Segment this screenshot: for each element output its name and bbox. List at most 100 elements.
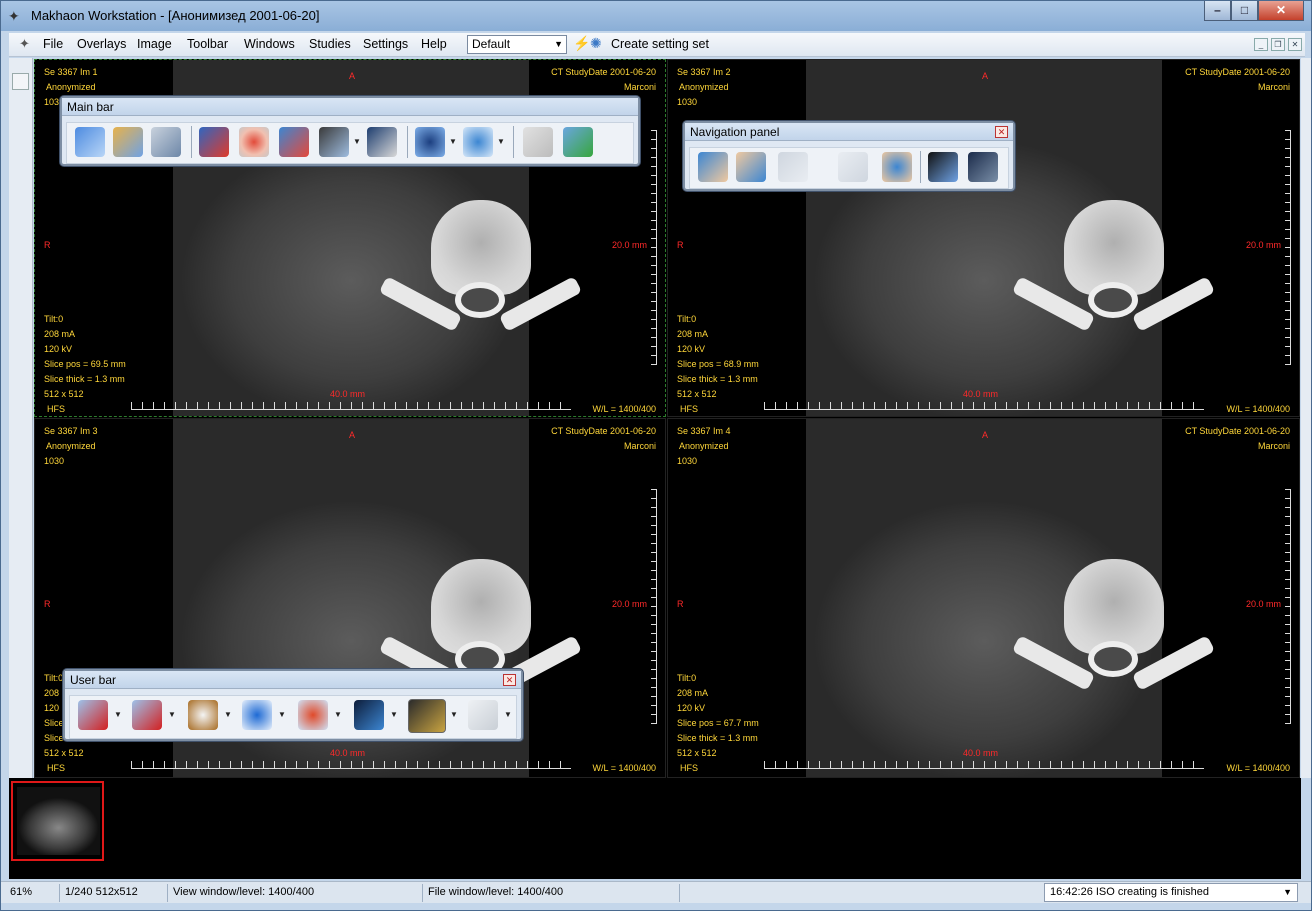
slice-pos-label: Slice [44,718,64,728]
image-pane-2[interactable]: Se 3367 Im 2 Anonymized 1030 CT StudyDat… [667,59,1300,417]
thumbnail-image [17,787,100,855]
scroll-thumb[interactable] [12,73,29,90]
horizontal-ruler [764,402,1204,410]
series-label: Se 3367 Im 4 [677,426,731,436]
close-icon[interactable]: ✕ [503,674,516,686]
mdi-close-button[interactable]: ✕ [1288,38,1302,51]
physician-label: Marconi [1257,82,1290,92]
network-send-icon[interactable] [415,127,445,157]
maximize-button[interactable]: □ [1231,1,1258,21]
left-scrollbar[interactable] [9,58,33,778]
gear-icon[interactable]: ✺ [590,35,602,52]
menu-help[interactable]: Help [421,37,447,51]
status-separator [422,884,423,902]
previous-series-icon[interactable] [778,152,808,182]
history-icon[interactable] [882,152,912,182]
matrix-label: 512 x 512 [44,748,84,758]
network-receive-icon[interactable] [463,127,493,157]
matrix-label: 512 x 512 [44,389,84,399]
measure-line-icon[interactable] [78,700,108,730]
chevron-down-icon[interactable]: ▼ [353,138,361,146]
user-bar-buttons: ▼ ▼ ▼ ▼ ▼ ▼ ▼ ▼ [69,695,517,739]
chevron-down-icon[interactable]: ▼ [278,711,286,719]
view-window-level: View window/level: 1400/400 [173,886,315,898]
patient-label: Anonymized [679,82,729,92]
thumbnail-selected[interactable] [11,781,104,861]
orient-left: R [677,599,684,609]
title-bar[interactable]: ✦ Makhaon Workstation - [Анонимизед 2001… [1,1,1311,31]
vertical-ruler [651,130,657,365]
slice-pos-label: Slice pos = 68.9 mm [677,359,759,369]
chevron-down-icon[interactable]: ▼ [224,711,232,719]
edit-icon[interactable] [151,127,181,157]
create-setting-button[interactable]: Create setting set [611,37,709,51]
check-icon[interactable] [563,127,593,157]
right-edge [1301,58,1311,778]
next-patient-icon[interactable] [736,152,766,182]
monitor-icon[interactable] [354,700,384,730]
export-icon[interactable] [279,127,309,157]
chevron-down-icon[interactable]: ▼ [450,711,458,719]
close-icon[interactable]: ✕ [995,126,1008,138]
orient-left: R [677,240,684,250]
preset-select[interactable]: Default ▼ [467,35,567,54]
vertical-ruler [651,489,657,724]
slice-thick-label: Slice thick = 1.3 mm [677,374,758,384]
play-icon[interactable] [242,700,272,730]
chevron-down-icon[interactable]: ▼ [168,711,176,719]
status-message-dropdown[interactable]: 16:42:26 ISO creating is finished ▼ [1044,883,1298,902]
menu-file[interactable]: File [43,37,63,51]
scale-right: 20.0 mm [611,599,647,609]
study-label: CT StudyDate 2001-06-20 [1185,67,1290,77]
main-bar-toolbar[interactable]: Main bar ▼ ▼ ▼ [60,96,640,166]
patient-label: Anonymized [46,441,96,451]
app-menu-icon[interactable]: ✦ [19,36,30,52]
chevron-down-icon[interactable]: ▼ [449,138,457,146]
magnifier-icon[interactable] [188,700,218,730]
chevron-down-icon[interactable]: ▼ [390,711,398,719]
previous-patient-icon[interactable] [698,152,728,182]
compare-icon[interactable] [968,152,998,182]
menu-studies[interactable]: Studies [309,37,351,51]
open-folder-icon[interactable] [113,127,143,157]
toolbar-separator [191,126,192,158]
tilt-label: Tilt:0 [677,314,697,324]
chevron-down-icon[interactable]: ▼ [497,138,505,146]
chevron-down-icon[interactable]: ▼ [114,711,122,719]
chevron-down-icon: ▼ [554,39,563,49]
wl-label: W/L = 1400/400 [1226,763,1290,773]
frame-info: 1/240 512x512 [65,886,138,898]
import-icon[interactable] [199,127,229,157]
scale-bottom: 40.0 mm [963,389,999,399]
chevron-down-icon[interactable]: ▼ [504,711,512,719]
lightning-icon[interactable]: ⚡ [573,35,590,52]
menu-windows[interactable]: Windows [244,37,295,51]
menu-image[interactable]: Image [137,37,172,51]
filter-icon[interactable] [468,700,498,730]
chevron-down-icon[interactable]: ▼ [334,711,342,719]
mdi-minimize-button[interactable]: _ [1254,38,1268,51]
vertebra-body [1064,559,1164,654]
kv-label: 120 kV [44,344,73,354]
minimize-button[interactable]: – [1204,1,1231,21]
print-icon[interactable] [319,127,349,157]
anonymize-icon[interactable] [523,127,553,157]
orient-top: A [982,71,989,81]
close-button[interactable]: ✕ [1258,1,1304,21]
next-series-icon[interactable] [838,152,868,182]
image-pane-4[interactable]: Se 3367 Im 4 Anonymized 1030 CT StudyDat… [667,418,1300,778]
window-level-icon[interactable] [408,699,446,733]
slice-thick-label: Slice [44,733,64,743]
user-bar-toolbar[interactable]: User bar ✕ ▼ ▼ ▼ ▼ ▼ ▼ ▼ ▼ [63,669,523,741]
menu-settings[interactable]: Settings [363,37,408,51]
mdi-restore-button[interactable]: ❐ [1271,38,1285,51]
navigation-panel-toolbar[interactable]: Navigation panel ✕ [683,121,1015,191]
measure-angle-icon[interactable] [132,700,162,730]
menu-toolbar[interactable]: Toolbar [187,37,228,51]
rotate-icon[interactable] [298,700,328,730]
layout-grid-icon[interactable] [928,152,958,182]
open-database-icon[interactable] [75,127,105,157]
cd-burn-icon[interactable] [239,127,269,157]
menu-overlays[interactable]: Overlays [77,37,126,51]
film-icon[interactable] [367,127,397,157]
